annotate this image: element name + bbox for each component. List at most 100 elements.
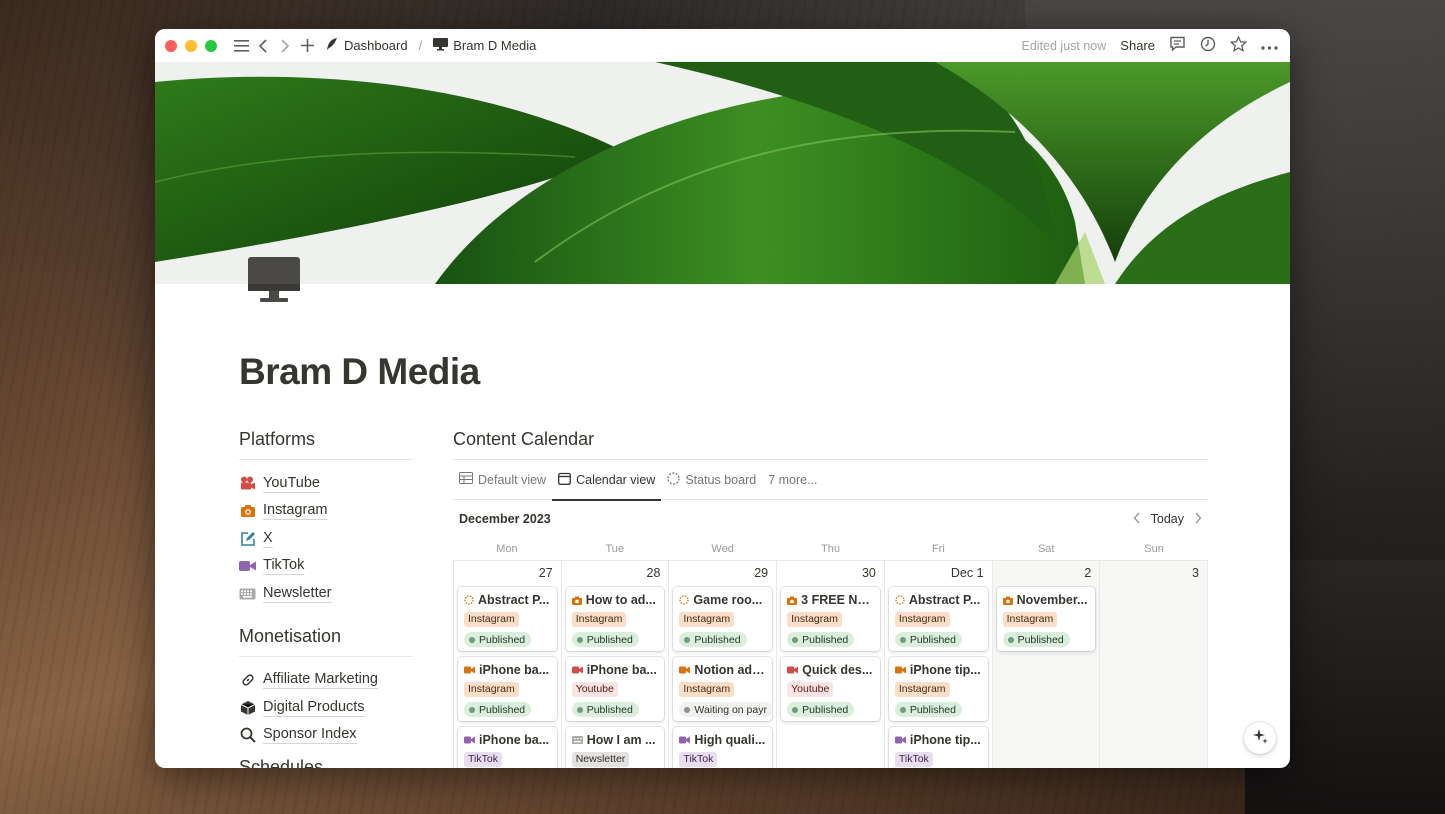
titlebar: Dashboard / Bram D Media Edited just now… [155, 29, 1290, 62]
calendar-event-card[interactable]: iPhone ba... TikTok [458, 727, 557, 768]
nav-item-affiliate-marketing[interactable]: Affiliate Marketing [239, 667, 413, 695]
more-options-icon[interactable] [1261, 38, 1278, 53]
ai-assistant-button[interactable] [1244, 722, 1276, 754]
history-icon[interactable] [1200, 36, 1216, 55]
event-title-row: High quali... [679, 731, 766, 749]
platform-row: Instagram [894, 679, 982, 699]
page-icon-desktop[interactable] [245, 254, 303, 308]
status-badge: Published [464, 702, 532, 717]
calendar-event-card[interactable]: Quick des... Youtube Published [781, 657, 880, 721]
nav-item-label: Sponsor Index [263, 726, 357, 745]
tab-label: Calendar view [576, 472, 656, 487]
nav-item-instagram[interactable]: Instagram [239, 498, 413, 526]
calendar-event-card[interactable]: High quali... TikTok [673, 727, 773, 768]
calendar-day-cell[interactable]: 28 How to ad... Instagram Published iPhone b… [562, 561, 670, 768]
platform-row: Instagram [894, 609, 982, 629]
day-number: 2 [1084, 566, 1092, 580]
calendar-event-card[interactable]: iPhone ba... Youtube Published [565, 657, 665, 721]
keyboard-icon [571, 736, 583, 744]
zoom-window-button[interactable] [205, 39, 217, 52]
camera-icon [1002, 596, 1013, 605]
nav-item-youtube[interactable]: YouTube [239, 470, 413, 498]
status-dot-icon [792, 706, 799, 713]
calendar-event-card[interactable]: Abstract P... Instagram Published [458, 587, 557, 651]
calendar-event-card[interactable]: Game roo... Instagram Published [673, 587, 773, 651]
event-title-row: How I am ... [571, 731, 659, 749]
event-title-row: How to ad... [571, 591, 659, 609]
comment-icon[interactable] [1169, 36, 1186, 55]
event-title: iPhone tip... [909, 663, 981, 677]
day-number: Dec 1 [950, 566, 984, 580]
calendar-day-cell[interactable]: 29 Game roo... Instagram Published Notion ad… [669, 561, 778, 768]
platform-tag: TikTok [894, 752, 933, 767]
star-icon[interactable] [1229, 35, 1248, 55]
sidebar-menu-icon[interactable] [231, 36, 251, 56]
status-badge: Published [894, 702, 962, 717]
video-icon [464, 736, 475, 744]
calendar-day-cell[interactable]: 3 [1100, 561, 1208, 768]
calendar-day-cell[interactable]: 27 Abstract P... Instagram Published iPhone … [454, 561, 562, 768]
platform-row: TikTok [894, 749, 982, 768]
event-title: High quali... [694, 733, 766, 747]
status-label: Published [586, 633, 633, 646]
nav-item-x[interactable]: X [239, 525, 413, 553]
tab-label: Status board [685, 472, 757, 487]
platform-row: Instagram [679, 609, 766, 629]
nav-item-tiktok[interactable]: TikTok [239, 553, 413, 581]
platform-tag: Instagram [679, 612, 735, 627]
platform-row: Instagram [464, 609, 551, 629]
video-icon [239, 558, 256, 575]
nav-item-sponsor-index[interactable]: Sponsor Index [239, 722, 413, 750]
calendar-event-card[interactable]: iPhone tip... Instagram Published [888, 657, 988, 721]
status-label: Published [586, 703, 633, 716]
calendar-event-card[interactable]: How to ad... Instagram Published [565, 587, 665, 651]
calendar-event-card[interactable]: Notion ad:... Instagram Waiting on payr [673, 657, 773, 721]
calendar-event-card[interactable]: 3 FREE No... Instagram Published [781, 587, 880, 651]
calendar-day-cell[interactable]: 2 November... Instagram Published [992, 561, 1101, 768]
back-icon[interactable] [253, 36, 273, 56]
chevron-right-icon[interactable] [1194, 512, 1202, 527]
tab-status-board[interactable]: Status board [661, 460, 762, 500]
status-badge: Published [464, 632, 532, 647]
breadcrumb-dashboard[interactable]: Dashboard [344, 38, 408, 53]
edited-status: Edited just now [1021, 38, 1107, 53]
event-title-row: Abstract P... [895, 591, 982, 609]
close-window-button[interactable] [165, 39, 177, 52]
status-row: Published [787, 629, 874, 648]
platform-tag: TikTok [679, 752, 718, 767]
status-badge: Published [894, 632, 962, 647]
breadcrumb: Dashboard / Bram D Media [325, 37, 536, 54]
weekday-label: Wed [711, 543, 734, 555]
share-button[interactable]: Share [1120, 38, 1155, 53]
monetisation-section: Monetisation Affiliate Marketing Digital… [239, 626, 413, 750]
platform-row: Instagram [679, 679, 766, 699]
calendar-event-card[interactable]: November... Instagram Published [996, 587, 1096, 651]
calendar-title[interactable]: Content Calendar [453, 429, 1208, 460]
status-dot-icon [684, 636, 691, 643]
event-title-row: iPhone ba... [464, 661, 551, 679]
calendar-event-card[interactable]: iPhone tip... TikTok [888, 727, 988, 768]
forward-icon[interactable] [275, 36, 295, 56]
event-title-row: iPhone ba... [464, 731, 551, 749]
calendar-event-card[interactable]: Abstract P... Instagram Published [888, 587, 988, 651]
tab-more-views[interactable]: 7 more... [762, 460, 823, 500]
left-column: Platforms YouTube Instagram X TikTok New… [239, 429, 413, 749]
calendar-event-card[interactable]: How I am ... Newsletter [565, 727, 665, 768]
calendar-event-card[interactable]: iPhone ba... Instagram Published [458, 657, 557, 721]
calendar-day-cell[interactable]: Dec 1 Abstract P... Instagram Published iPho… [885, 561, 993, 768]
nav-item-newsletter[interactable]: Newsletter [239, 580, 413, 608]
chevron-left-icon[interactable] [1133, 512, 1141, 527]
platform-tag: Instagram [464, 612, 519, 627]
event-title: iPhone ba... [479, 663, 550, 677]
breadcrumb-current-page[interactable]: Bram D Media [453, 38, 536, 53]
tab-calendar-view[interactable]: Calendar view [552, 460, 662, 501]
minimize-window-button[interactable] [185, 39, 197, 52]
nav-item-label: X [263, 529, 273, 548]
status-dot-icon [469, 636, 475, 643]
today-button[interactable]: Today [1151, 512, 1184, 526]
calendar-day-cell[interactable]: 30 3 FREE No... Instagram Published Quick de… [777, 561, 885, 768]
tab-default-view[interactable]: Default view [453, 460, 552, 500]
page-title[interactable]: Bram D Media [239, 351, 480, 393]
new-page-icon[interactable] [297, 36, 317, 56]
nav-item-digital-products[interactable]: Digital Products [239, 694, 413, 722]
